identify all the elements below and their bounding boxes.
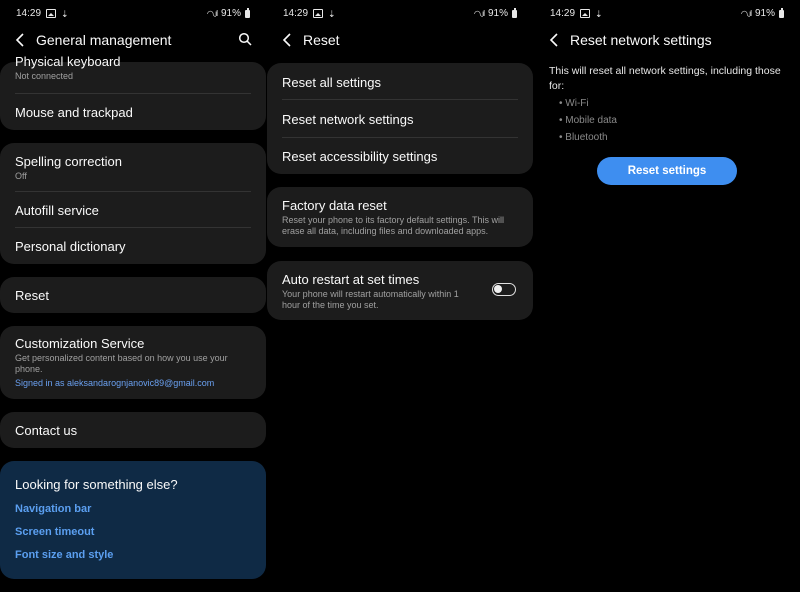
factory-data-reset-item[interactable]: Factory data reset Reset your phone to i… [282,198,518,237]
autofill-service-item[interactable]: Autofill service [15,203,251,218]
download-icon: ⇣ [328,8,336,19]
reset-network-settings-screen: 14:29 ⇣ ◠◟ıl 91% Reset network settings … [534,0,800,592]
customization-card[interactable]: Customization Service Get personalized c… [0,326,266,399]
wifi-icon: ◠◟ıl [740,9,752,18]
toggle-knob [494,285,502,293]
reset-all-settings-item[interactable]: Reset all settings [282,75,518,90]
gallery-icon [46,9,57,18]
back-arrow-icon[interactable] [281,32,295,48]
battery-level: 91% [220,8,241,19]
divider [15,227,251,228]
reset-card[interactable]: Reset [0,277,266,313]
contact-card[interactable]: Contact us [0,412,266,448]
suggestion-navigation-bar[interactable]: Navigation bar [15,503,91,515]
reset-settings-button[interactable]: Reset settings [597,157,737,185]
general-management-screen: 14:29 ⇣ ◠◟ıl 91% General management Phys… [0,0,266,592]
status-time: 14:29 [16,8,42,19]
suggestions-card: Looking for something else? Navigation b… [0,461,266,579]
divider [15,93,251,94]
reset-accessibility-settings-item[interactable]: Reset accessibility settings [282,149,518,164]
auto-restart-item[interactable]: Auto restart at set times Your phone wil… [282,272,473,311]
divider [282,99,518,100]
customization-service-item[interactable]: Customization Service Get personalized c… [15,336,251,388]
reset-item[interactable]: Reset [15,288,251,303]
spelling-correction-item[interactable]: Spelling correction Off [15,154,251,182]
suggestion-font-size[interactable]: Font size and style [15,549,113,561]
status-bar: 14:29 ⇣ ◠◟ıl 91% [16,7,250,22]
page-title: General management [36,32,172,48]
input-card: Physical keyboard Not connected Mouse an… [0,54,266,130]
page-title: Reset network settings [570,32,712,48]
download-icon: ⇣ [595,8,603,19]
back-arrow-icon[interactable] [14,32,28,48]
wifi-icon: ◠◟ıl [473,9,485,18]
download-icon: ⇣ [61,8,69,19]
back-arrow-icon[interactable] [548,32,562,48]
battery-icon [245,7,250,18]
gallery-icon [313,9,324,18]
reset-network-settings-item[interactable]: Reset network settings [282,112,518,127]
auto-restart-toggle[interactable] [492,283,516,296]
signed-in-account: Signed in as aleksandarognjanovic89@gmai… [15,378,215,388]
app-bar: Reset network settings [534,28,800,52]
divider [282,137,518,138]
mouse-trackpad-item[interactable]: Mouse and trackpad [15,105,251,120]
bullet-mobile-data: • Mobile data [559,115,617,126]
app-bar: Reset [267,28,533,52]
wifi-icon: ◠◟ıl [206,9,218,18]
search-icon[interactable] [238,32,252,46]
language-card: Spelling correction Off Autofill service… [0,143,266,264]
personal-dictionary-item[interactable]: Personal dictionary [15,239,251,254]
battery-level: 91% [487,8,508,19]
factory-reset-card[interactable]: Factory data reset Reset your phone to i… [267,187,533,247]
app-bar: General management [0,28,266,52]
reset-screen: 14:29 ⇣ ◠◟ıl 91% Reset Reset all setting… [267,0,533,592]
suggestion-screen-timeout[interactable]: Screen timeout [15,526,94,538]
suggestions-heading: Looking for something else? [15,477,178,492]
gallery-icon [580,9,591,18]
contact-us-item[interactable]: Contact us [15,423,251,438]
battery-icon [512,7,517,18]
status-time: 14:29 [283,8,309,19]
status-bar: 14:29 ⇣ ◠◟ıl 91% [550,7,784,22]
reset-options-card: Reset all settings Reset network setting… [267,63,533,174]
battery-level: 91% [754,8,775,19]
bullet-bluetooth: • Bluetooth [559,132,608,143]
page-title: Reset [303,32,340,48]
status-bar: 14:29 ⇣ ◠◟ıl 91% [283,7,517,22]
status-time: 14:29 [550,8,576,19]
reset-description: This will reset all network settings, in… [549,65,781,92]
battery-icon [779,7,784,18]
bullet-wifi: • Wi-Fi [559,98,589,109]
physical-keyboard-item[interactable]: Physical keyboard Not connected [15,54,251,82]
divider [15,191,251,192]
